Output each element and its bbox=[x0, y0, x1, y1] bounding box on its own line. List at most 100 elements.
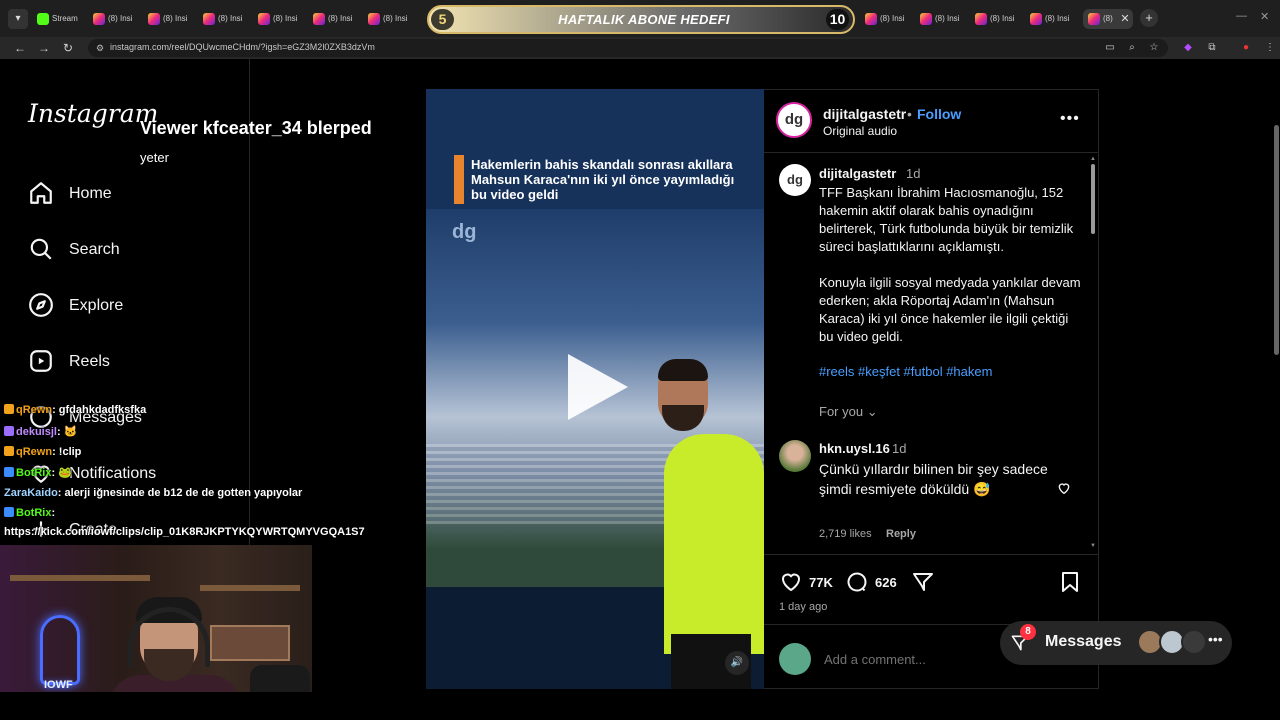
viewer-alert-message: yeter bbox=[140, 150, 169, 165]
audio-label[interactable]: Original audio bbox=[823, 124, 897, 138]
browser-tab[interactable]: (8) Insi bbox=[143, 9, 195, 29]
add-comment-input[interactable]: Add a comment... bbox=[824, 652, 926, 667]
forward-icon[interactable]: → bbox=[36, 40, 52, 56]
browser-tab-label: (8) Insi bbox=[880, 14, 905, 23]
extension-icon[interactable]: ◆ bbox=[1180, 40, 1196, 56]
nav-reels[interactable]: Reels bbox=[28, 345, 228, 377]
comments-scroll[interactable]: dg dijitalgastetr 1d TFF Başkanı İbrahim… bbox=[764, 154, 1099, 554]
zoom-icon[interactable]: ⌕ bbox=[1124, 40, 1140, 56]
author-username[interactable]: dijitalgastetr bbox=[823, 106, 906, 122]
chat-message: ZaraKaido: alerji iğnesinde de b12 de de… bbox=[4, 487, 302, 499]
address-bar[interactable]: ⚙ instagram.com/reel/DQUwcmeCHdm/?igsh=e… bbox=[88, 39, 1168, 57]
comment-text: Çünkü yıllardır bilinen bir şey sadece ş… bbox=[819, 461, 1048, 497]
follow-button[interactable]: Follow bbox=[917, 106, 961, 122]
browser-tab[interactable]: (8) Insi bbox=[970, 9, 1022, 29]
extensions-puzzle-icon[interactable]: ⧉ bbox=[1204, 40, 1220, 56]
chat-username[interactable]: ZaraKaido bbox=[4, 487, 58, 499]
close-window-icon[interactable]: ✕ bbox=[1260, 10, 1269, 23]
reel-watermark-logo: dg bbox=[452, 221, 477, 243]
browser-tab[interactable]: (8) Insi bbox=[308, 9, 360, 29]
caption-hashtags[interactable]: #reels #keşfet #futbol #hakem bbox=[819, 364, 992, 379]
browser-tab[interactable]: (8) Insi bbox=[363, 9, 415, 29]
for-you-dropdown[interactable]: For you ⌄ bbox=[819, 404, 878, 420]
reel-video[interactable]: Hakemlerin bahis skandalı sonrası akılla… bbox=[426, 89, 764, 689]
browser-tab[interactable]: (8) Insi bbox=[253, 9, 305, 29]
comment-like-heart-icon[interactable] bbox=[1056, 480, 1072, 496]
more-options-icon[interactable]: ••• bbox=[1060, 110, 1080, 128]
goal-current: 5 bbox=[431, 9, 454, 30]
comments-count[interactable]: 626 bbox=[875, 575, 897, 590]
chat-badge-icon bbox=[4, 426, 14, 436]
nav-home[interactable]: Home bbox=[28, 177, 228, 209]
referee-shirt bbox=[664, 434, 764, 654]
browser-tab[interactable]: (8) Insi bbox=[860, 9, 912, 29]
chat-username[interactable]: qRewn bbox=[16, 446, 52, 458]
like-heart-icon[interactable] bbox=[779, 570, 803, 594]
chevron-down-icon: ⌄ bbox=[866, 404, 878, 419]
author-avatar[interactable]: dg bbox=[776, 102, 812, 138]
chat-text: : 🐸 bbox=[51, 467, 72, 479]
new-tab-icon[interactable]: + bbox=[1140, 9, 1158, 27]
chat-username[interactable]: qRewn bbox=[16, 404, 52, 416]
more-icon[interactable]: ••• bbox=[1208, 631, 1223, 647]
post-actions: 77K 626 1 day ago bbox=[764, 554, 1099, 624]
nav-search[interactable]: Search bbox=[28, 233, 228, 265]
scroll-up-arrow[interactable]: ▲ bbox=[1090, 156, 1096, 162]
post-date[interactable]: 1 day ago bbox=[779, 601, 827, 613]
browser-tab[interactable]: (8) Insi bbox=[1025, 9, 1077, 29]
minimize-icon[interactable]: — bbox=[1236, 10, 1247, 22]
comment-likes[interactable]: 2,719 likes bbox=[819, 528, 872, 540]
shelf bbox=[200, 585, 300, 591]
caption-time: 1d bbox=[906, 166, 921, 181]
viewer-alert-title: Viewer kfceater_34 blerped bbox=[140, 118, 372, 138]
scroll-down-arrow[interactable]: ▼ bbox=[1090, 543, 1096, 549]
close-tab-icon[interactable]: ✕ bbox=[1118, 9, 1132, 29]
browser-menu-icon[interactable]: ⋮ bbox=[1262, 40, 1278, 56]
comment-bubble-icon[interactable] bbox=[845, 570, 869, 594]
compass-icon bbox=[29, 293, 53, 317]
chat-username[interactable]: dekuisjl bbox=[16, 426, 57, 438]
nav-explore[interactable]: Explore bbox=[28, 289, 228, 321]
messages-pill[interactable]: 8 Messages ••• bbox=[1000, 621, 1232, 665]
bookmark-star-icon[interactable]: ☆ bbox=[1146, 40, 1162, 56]
caption-avatar[interactable]: dg bbox=[779, 164, 811, 196]
nav-reels-label: Reels bbox=[69, 353, 110, 370]
instagram-logo[interactable]: Instagram bbox=[28, 99, 158, 128]
chat-text: : !clip bbox=[52, 446, 82, 458]
comment-reply-button[interactable]: Reply bbox=[886, 528, 916, 540]
browser-toolbar: ← → ↻ ⚙ instagram.com/reel/DQUwcmeCHdm/?… bbox=[0, 37, 1280, 59]
reload-icon[interactable]: ↻ bbox=[60, 40, 76, 56]
chat-username[interactable]: BotRix bbox=[16, 467, 51, 479]
caption-text: TFF Başkanı İbrahim Hacıosmanoğlu, 152 h… bbox=[819, 184, 1084, 346]
browser-tab[interactable]: (8) Insi bbox=[915, 9, 967, 29]
likes-count[interactable]: 77K bbox=[809, 575, 833, 590]
save-bookmark-icon[interactable] bbox=[1058, 570, 1082, 594]
tab-search-icon[interactable]: ▾ bbox=[8, 9, 28, 29]
site-info-icon[interactable]: ⚙ bbox=[94, 42, 106, 54]
chat-text: : 🐱 bbox=[56, 426, 78, 438]
profile-icon[interactable]: ● bbox=[1238, 40, 1254, 56]
play-icon[interactable] bbox=[568, 354, 628, 420]
separator-dot: • bbox=[907, 106, 912, 122]
instagram-icon bbox=[920, 13, 932, 25]
comment-username[interactable]: hkn.uysl.16 bbox=[819, 441, 890, 456]
chat-username[interactable]: BotRix bbox=[16, 507, 51, 519]
cast-icon[interactable]: ▭ bbox=[1102, 40, 1118, 56]
comments-scrollbar[interactable] bbox=[1091, 164, 1095, 234]
share-icon[interactable] bbox=[911, 570, 935, 594]
instagram-icon bbox=[865, 13, 877, 25]
browser-tab-label: (8) Insi bbox=[1045, 14, 1070, 23]
url-text: instagram.com/reel/DQUwcmeCHdm/?igsh=eGZ… bbox=[110, 42, 375, 52]
comment-time: 1d bbox=[892, 441, 907, 456]
back-icon[interactable]: ← bbox=[12, 40, 28, 56]
browser-tab[interactable]: (8) Insi bbox=[198, 9, 250, 29]
browser-tab[interactable]: (8) Insi bbox=[88, 9, 140, 29]
page-scrollbar[interactable] bbox=[1274, 125, 1279, 355]
search-icon bbox=[30, 238, 52, 260]
browser-tab[interactable]: Stream bbox=[32, 9, 84, 29]
caption-username[interactable]: dijitalgastetr bbox=[819, 166, 896, 181]
volume-icon[interactable]: 🔊 bbox=[725, 651, 749, 675]
chat-text: : gfdahkdadfksfka bbox=[52, 404, 147, 416]
commenter-avatar[interactable] bbox=[779, 440, 811, 472]
wall-sign bbox=[210, 625, 290, 661]
